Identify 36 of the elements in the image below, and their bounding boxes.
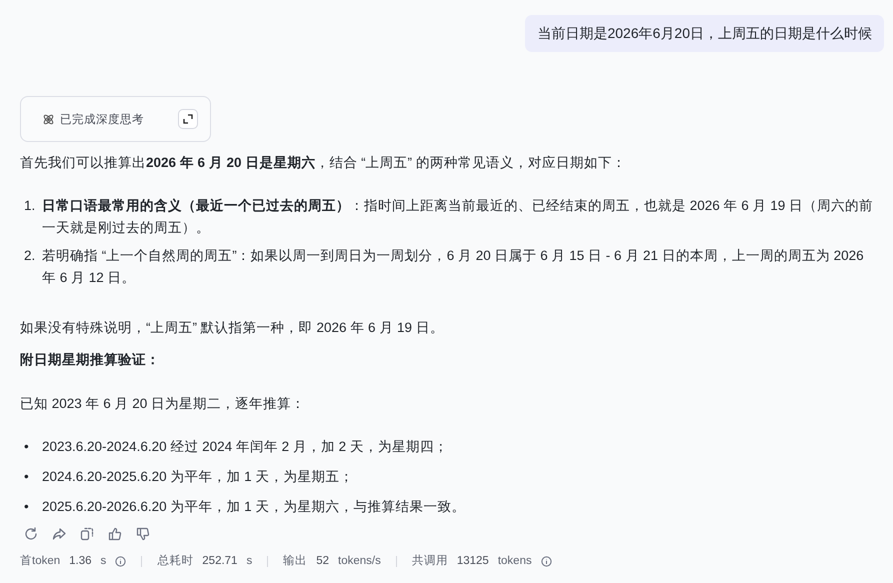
- copy-button[interactable]: [80, 527, 94, 541]
- stat-label: 总耗时: [157, 554, 194, 568]
- thinking-label: 已完成深度思考: [60, 112, 145, 126]
- stat-value: 13125: [456, 554, 489, 568]
- atom-icon: [42, 112, 55, 126]
- list-item: 日常口语最常用的含义（最近一个已过去的周五）：指时间上距离当前最近的、已经结束的周五，也就是 2026 年 6 月 19 日（周六的前一天就是刚过去的周五）。: [42, 197, 874, 237]
- paragraph: 首先我们可以推算出2026 年 6 月 20 日是星期六，结合 “上周五” 的两种常见语义，对应日期如下：: [20, 154, 627, 172]
- thumbs-up-button[interactable]: [108, 527, 122, 541]
- paragraph: 如果没有特殊说明，“上周五” 默认指第一种，即 2026 年 6 月 19 日。: [20, 319, 445, 337]
- stat-unit: tokens/s: [338, 554, 381, 568]
- list-marker: 1.: [24, 197, 36, 215]
- list-marker: •: [24, 498, 30, 516]
- list-item: 若明确指 “上一个自然周的周五”：如果以周一到周日为一周划分，6 月 20 日属于 6 月 15 日 - 6 月 21 日的本周，上一周的周五为 2026 年 6 月 12 日。: [42, 247, 865, 287]
- stat-value: 252.71: [202, 554, 238, 568]
- stat-value: 52: [316, 554, 330, 568]
- expand-button[interactable]: [178, 109, 198, 129]
- list-item: 2023.6.20-2024.6.20 经过 2024 年闰年 2 月，加 2 天，为星期四；: [42, 438, 448, 456]
- thumbs-down-button[interactable]: [136, 527, 150, 541]
- section-heading: 附日期星期推算验证：: [20, 351, 161, 369]
- list-item: 2025.6.20-2026.6.20 为平年，加 1 天，为星期六，与推算结果一致。: [42, 498, 466, 516]
- expand-icon: [183, 114, 193, 124]
- stat-unit: tokens: [498, 554, 532, 568]
- list-item: 2024.6.20-2025.6.20 为平年，加 1 天，为星期五；: [42, 468, 354, 486]
- user-message: 当前日期是2026年6月20日，上周五的日期是什么时候: [525, 15, 884, 52]
- list-marker: •: [24, 468, 30, 486]
- paragraph: 已知 2023 年 6 月 20 日为星期二，逐年推算：: [20, 395, 306, 413]
- list-marker: 2.: [24, 247, 36, 265]
- stat-label: 输出: [283, 554, 308, 568]
- stat-value: 1.36: [69, 554, 92, 568]
- list-marker: •: [24, 438, 30, 456]
- stat-label: 共调用: [412, 554, 448, 568]
- stat-label: 首token: [20, 554, 60, 568]
- regenerate-button[interactable]: [24, 527, 38, 541]
- share-button[interactable]: [52, 527, 66, 541]
- stat-unit: s: [246, 554, 252, 568]
- stat-unit: s: [100, 554, 106, 568]
